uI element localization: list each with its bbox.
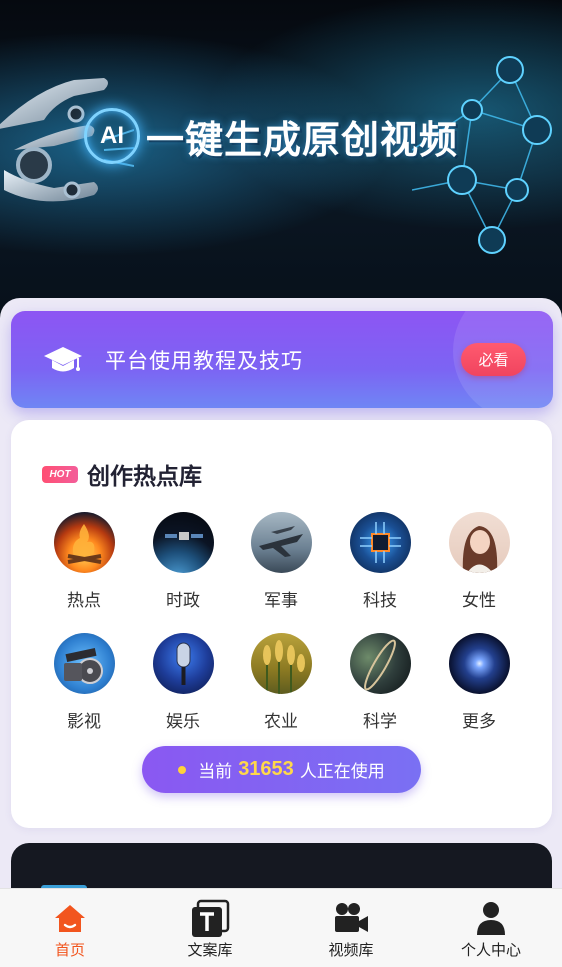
woman-portrait-image — [448, 512, 510, 573]
category-hotspot[interactable]: 热点 — [44, 512, 124, 611]
category-military[interactable]: 军事 — [241, 512, 321, 611]
tab-profile[interactable]: 个人中心 — [421, 889, 561, 967]
user-icon — [477, 902, 505, 935]
category-science[interactable]: 科学 — [340, 633, 420, 732]
tab-label: 首页 — [54, 941, 85, 959]
hero-title-text: 一键生成原创视频 — [146, 117, 459, 162]
wheat-image — [250, 633, 312, 694]
microphone-image — [152, 633, 214, 694]
category-label: 农业 — [264, 712, 298, 732]
tab-label: 视频库 — [328, 941, 374, 959]
hero-banner[interactable]: AI 一键生成原创视频 — [0, 0, 562, 320]
category-entertainment[interactable]: 娱乐 — [143, 633, 223, 732]
home-icon — [55, 905, 85, 932]
status-dot-icon — [178, 765, 187, 774]
fighter-jet-image — [250, 512, 312, 573]
category-politics[interactable]: 时政 — [143, 512, 223, 611]
planet-image — [349, 633, 411, 694]
usage-suffix: 人正在使用 — [299, 762, 385, 782]
category-label: 科技 — [363, 591, 397, 611]
category-agriculture[interactable]: 农业 — [241, 633, 321, 732]
category-label: 娱乐 — [166, 712, 200, 732]
category-label: 军事 — [264, 591, 298, 611]
usage-prefix: 当前 — [198, 762, 233, 782]
category-women[interactable]: 女性 — [439, 512, 519, 611]
tutorial-label: 平台使用教程及技巧 — [105, 348, 303, 373]
hot-library-title: 创作热点库 — [87, 464, 202, 490]
category-label: 影视 — [67, 712, 101, 732]
tab-label: 文案库 — [187, 941, 233, 959]
category-label: 科学 — [363, 712, 397, 732]
galaxy-image — [448, 633, 510, 694]
hot-library-header: HOT 创作热点库 — [42, 457, 202, 491]
category-tech[interactable]: 科技 — [340, 512, 420, 611]
active-users-indicator: 当前 31653 人正在使用 — [142, 746, 421, 793]
active-user-count: 31653 — [238, 758, 294, 780]
category-label: 更多 — [462, 712, 496, 732]
film-reel-image — [53, 633, 115, 694]
category-film[interactable]: 影视 — [44, 633, 124, 732]
tab-video-library[interactable]: 视频库 — [281, 889, 421, 967]
bonfire-image — [53, 512, 115, 573]
tab-copy-library[interactable]: 文案库 — [140, 889, 280, 967]
category-label: 女性 — [462, 591, 496, 611]
hot-tag: HOT — [42, 465, 78, 483]
video-camera-icon — [335, 903, 368, 932]
tab-label: 个人中心 — [460, 941, 521, 959]
text-doc-icon — [192, 899, 230, 937]
chip-image — [349, 512, 411, 573]
category-more[interactable]: 更多 — [439, 633, 519, 732]
graduation-cap-icon — [44, 346, 82, 371]
hero-title: AI 一键生成原创视频 — [84, 108, 458, 164]
ai-badge: AI — [84, 108, 140, 164]
must-see-badge[interactable]: 必看 — [461, 343, 526, 376]
category-label: 时政 — [166, 591, 200, 611]
category-label: 热点 — [67, 591, 101, 611]
bottom-tab-bar: 首页 文案库 视频库 个人中心 — [0, 888, 562, 967]
tab-home[interactable]: 首页 — [0, 889, 140, 967]
earth-satellite-image — [152, 512, 214, 573]
